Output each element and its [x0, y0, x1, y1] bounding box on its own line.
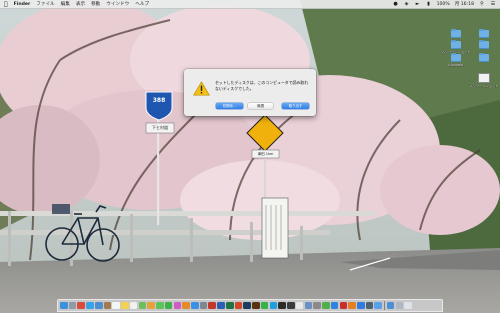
itunes-icon[interactable]	[173, 301, 182, 310]
reminders-icon[interactable]	[129, 301, 138, 310]
photoshop-icon[interactable]	[243, 301, 252, 310]
menu-file[interactable]: ファイル	[36, 1, 54, 7]
menu-app-finder[interactable]: Finder	[14, 2, 31, 7]
menu-go[interactable]: 移動	[91, 1, 100, 7]
activity-monitor-icon[interactable]	[287, 301, 295, 310]
wifi-icon[interactable]: ◈	[404, 1, 410, 7]
folder-icon	[451, 28, 461, 38]
messages-icon[interactable]	[156, 301, 164, 310]
wallpaper-scene	[0, 0, 500, 313]
preview-icon[interactable]	[304, 301, 313, 310]
downloads-stack-icon[interactable]	[386, 301, 395, 310]
time-machine-icon[interactable]	[365, 301, 374, 310]
vlc-icon[interactable]	[348, 301, 356, 310]
dock-separator	[384, 301, 385, 310]
xcode-icon[interactable]	[356, 301, 365, 310]
status-area: ● ◈ ► ▮ 100% 月 16:18 ⚲ ☰	[393, 1, 496, 7]
dock	[57, 299, 443, 312]
filezilla-icon[interactable]	[208, 301, 217, 310]
skype-icon[interactable]	[269, 301, 278, 310]
folder-icon	[451, 52, 461, 62]
mail-icon[interactable]	[94, 301, 103, 310]
trash-icon[interactable]	[404, 301, 412, 310]
dropbox-icon[interactable]	[330, 301, 339, 310]
spotlight-icon[interactable]: ⚲	[479, 1, 485, 7]
menu-view[interactable]: 表示	[76, 1, 85, 7]
font-book-icon[interactable]	[313, 301, 321, 310]
appstore-icon[interactable]	[191, 301, 199, 310]
battery-percent[interactable]: 100%	[437, 2, 450, 7]
finder-window-icon[interactable]	[374, 301, 383, 310]
route-sign-number: 388	[152, 97, 166, 104]
desktop-folder[interactable]	[467, 28, 500, 40]
apple-logo-icon[interactable]: 	[4, 0, 8, 9]
safari-icon[interactable]	[86, 301, 94, 310]
desktop-folder[interactable]	[467, 52, 500, 64]
notification-center-icon[interactable]: ☰	[490, 1, 496, 7]
screenshot-file-icon	[478, 73, 490, 83]
ibooks-icon[interactable]	[182, 301, 190, 310]
excel-icon[interactable]	[225, 301, 234, 310]
launchpad-icon[interactable]	[68, 301, 77, 310]
line-icon[interactable]	[260, 301, 269, 310]
terminal-icon[interactable]	[278, 301, 286, 310]
documents-stack-icon[interactable]	[395, 301, 404, 310]
desktop-icon-label: スクリーンショット	[469, 85, 499, 88]
desktop-icon-label: Illustrator	[448, 64, 464, 67]
distance-sign-text: 津田 1km	[257, 152, 274, 156]
bluetooth-icon[interactable]: ●	[393, 1, 399, 7]
initialize-button[interactable]: 初期化...	[216, 103, 243, 109]
ignore-button[interactable]: 無視	[248, 103, 273, 109]
warning-triangle-icon	[193, 81, 210, 96]
textedit-icon[interactable]	[295, 301, 304, 310]
contacts-icon[interactable]	[103, 301, 112, 310]
menu-window[interactable]: ウインドウ	[106, 1, 129, 7]
volume-icon[interactable]: ►	[415, 1, 421, 7]
illustrator-icon[interactable]	[252, 301, 260, 310]
battery-icon[interactable]: ▮	[426, 1, 432, 7]
acrobat-icon[interactable]	[339, 301, 348, 310]
menu-edit[interactable]: 編集	[61, 1, 70, 7]
photos-icon[interactable]	[147, 301, 155, 310]
menu-bar:  Finder ファイル 編集 表示 移動 ウインドウ ヘルプ ● ◈ ► ▮…	[0, 0, 500, 9]
evernote-icon[interactable]	[322, 301, 330, 310]
menu-help[interactable]: ヘルプ	[135, 1, 149, 7]
disk-error-dialog: セットしたディスクは、このコンピュータで読み取れないディスクでした。 初期化..…	[184, 69, 316, 116]
eject-button[interactable]: 取り出す	[282, 103, 309, 109]
facetime-icon[interactable]	[164, 301, 173, 310]
chrome-icon[interactable]	[77, 301, 86, 310]
menu-clock[interactable]: 月 16:18	[455, 1, 474, 7]
folder-icon	[451, 39, 461, 49]
finder-icon[interactable]	[60, 301, 68, 310]
place-sign-text: 下ヒ村道	[152, 125, 168, 130]
desktop-folder[interactable]	[467, 39, 500, 51]
preferences-icon[interactable]	[199, 301, 208, 310]
desktop-file[interactable]: スクリーンショット	[467, 73, 500, 89]
powerpoint-icon[interactable]	[234, 301, 243, 310]
notes-icon[interactable]	[121, 301, 129, 310]
maps-icon[interactable]	[138, 301, 147, 310]
word-icon[interactable]	[217, 301, 225, 310]
folder-icon	[479, 52, 489, 62]
folder-icon	[479, 28, 489, 38]
folder-icon	[479, 39, 489, 49]
calendar-icon[interactable]	[112, 301, 120, 310]
dialog-message: セットしたディスクは、このコンピュータで読み取れないディスクでした。	[215, 80, 309, 91]
desktop-wallpaper	[0, 0, 500, 313]
